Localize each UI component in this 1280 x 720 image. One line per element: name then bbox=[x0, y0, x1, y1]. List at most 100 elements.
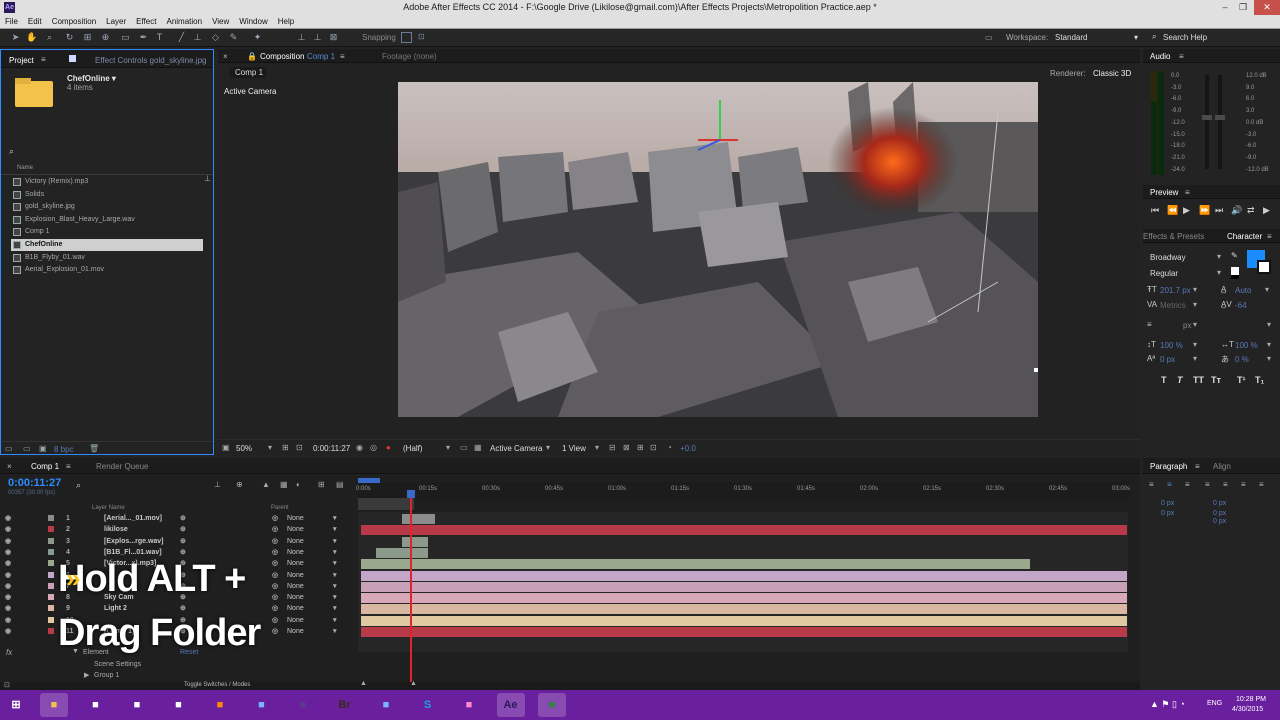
font-style-dropdown-icon[interactable]: ▾ bbox=[1217, 268, 1221, 277]
app2-icon[interactable]: ■ bbox=[538, 693, 566, 717]
volume-slider-left[interactable] bbox=[1202, 115, 1212, 120]
parent-pickwhip-icon[interactable]: ◎ bbox=[272, 570, 278, 581]
visibility-eye-icon[interactable]: ◉ bbox=[5, 581, 11, 592]
indent-left-value[interactable]: 0 px bbox=[1161, 500, 1174, 507]
roto-brush-tool-icon[interactable]: ✎ bbox=[228, 32, 239, 43]
group-label[interactable]: Group 1 bbox=[94, 672, 119, 679]
parent-dropdown-icon[interactable]: ▾ bbox=[333, 581, 337, 592]
new-folder-icon[interactable]: ▭ bbox=[23, 444, 31, 453]
workspace-select[interactable]: Standard bbox=[1055, 33, 1087, 42]
first-frame-icon[interactable]: ⏮ bbox=[1151, 205, 1159, 216]
parent-pickwhip-icon[interactable]: ◎ bbox=[272, 558, 278, 569]
shy-icon[interactable]: ⊕ bbox=[180, 524, 186, 535]
ram-preview-icon[interactable]: ▶ bbox=[1263, 205, 1270, 216]
project-item[interactable]: Victory (Remix).mp3 bbox=[11, 176, 203, 188]
show-snapshot-icon[interactable]: ◎ bbox=[370, 443, 377, 452]
channel-icon[interactable]: ● bbox=[386, 443, 391, 452]
zoom-out-icon[interactable]: ▲ bbox=[360, 680, 367, 687]
label-color-swatch[interactable] bbox=[48, 526, 54, 533]
superscript-icon[interactable]: T¹ bbox=[1237, 375, 1246, 385]
eraser-tool-icon[interactable]: ◇ bbox=[210, 32, 221, 43]
bit-depth-button[interactable]: 8 bpc bbox=[54, 445, 74, 454]
layer-duration-bar[interactable] bbox=[361, 525, 1127, 536]
parent-pickwhip-icon[interactable]: ◎ bbox=[272, 547, 278, 558]
resolution-select[interactable]: (Half) bbox=[403, 444, 423, 453]
menu-animation[interactable]: Animation bbox=[166, 17, 202, 26]
horizontal-scale-value[interactable]: 100 % bbox=[1235, 341, 1258, 350]
layer-name[interactable]: likilose bbox=[104, 524, 128, 535]
hand-tool-icon[interactable]: ✋ bbox=[26, 32, 37, 43]
parent-dropdown-icon[interactable]: ▾ bbox=[333, 570, 337, 581]
project-search-input[interactable] bbox=[21, 146, 207, 156]
tab-effects-presets[interactable]: Effects & Presets bbox=[1143, 232, 1204, 241]
reset-exposure-icon[interactable]: ◔ bbox=[667, 443, 672, 452]
app-icon[interactable]: ■ bbox=[165, 693, 193, 717]
loop-icon[interactable]: ⇄ bbox=[1247, 205, 1255, 216]
tab-audio[interactable]: Audio bbox=[1150, 52, 1170, 61]
tab-footage[interactable]: Footage (none) bbox=[382, 52, 437, 61]
tab-render-queue[interactable]: Render Queue bbox=[96, 462, 148, 471]
white-swatch[interactable] bbox=[1231, 267, 1239, 275]
taskbar-app-s-icon[interactable]: S bbox=[414, 693, 442, 717]
transparency-grid-icon[interactable]: ▦ bbox=[474, 443, 482, 452]
lock-icon[interactable]: 🔒 bbox=[247, 52, 257, 61]
timeline-icon[interactable]: ⊞ bbox=[637, 443, 644, 452]
column-layer-name[interactable]: Layer Name bbox=[92, 505, 125, 511]
work-area-start[interactable] bbox=[358, 478, 380, 483]
tsume-dropdown-icon[interactable]: ▾ bbox=[1267, 354, 1271, 363]
clone-stamp-tool-icon[interactable]: ⊥ bbox=[192, 32, 203, 43]
new-composition-icon[interactable]: ▣ bbox=[39, 444, 47, 453]
mask-visibility-icon[interactable]: ⊡ bbox=[296, 443, 303, 452]
exposure-value[interactable]: +0.0 bbox=[680, 444, 696, 453]
menu-view[interactable]: View bbox=[212, 17, 229, 26]
camera-tool-icon[interactable]: ⊞ bbox=[82, 32, 93, 43]
project-item[interactable]: B1B_Flyby_01.wav bbox=[11, 252, 203, 264]
label-color-swatch[interactable] bbox=[48, 582, 54, 589]
search-icon[interactable]: ⌕ bbox=[9, 146, 14, 157]
workspace-dropdown-icon[interactable]: ▾ bbox=[1134, 33, 1138, 42]
minimize-icon[interactable]: – bbox=[1218, 0, 1232, 15]
hide-shy-layers-icon[interactable]: ▲ bbox=[262, 480, 270, 489]
menu-edit[interactable]: Edit bbox=[28, 17, 42, 26]
puppet-tool-icon[interactable]: ✦ bbox=[252, 32, 263, 43]
fast-previews-icon[interactable]: ⊠ bbox=[623, 443, 630, 452]
handle-icon[interactable] bbox=[1034, 368, 1038, 372]
preview-toggle-icon[interactable]: ▣ bbox=[222, 443, 230, 452]
layer-name[interactable]: [Aerial..._01.mov] bbox=[104, 513, 162, 524]
search-help-input[interactable]: Search Help bbox=[1163, 33, 1207, 42]
parent-dropdown-icon[interactable]: ▾ bbox=[333, 513, 337, 524]
layer-row[interactable]: ◉ 3 [Explos...rge.wav] ⊕ ◎ None ▾ bbox=[0, 536, 356, 547]
motion-blur-icon[interactable]: ◐ bbox=[296, 480, 301, 489]
parent-pickwhip-icon[interactable]: ◎ bbox=[272, 581, 278, 592]
visibility-eye-icon[interactable]: ◉ bbox=[5, 570, 11, 581]
panel-menu-icon[interactable]: ≡ bbox=[340, 52, 345, 61]
zoom-tool-icon[interactable]: ⌕ bbox=[44, 32, 55, 43]
pen-tool-icon[interactable]: ✒ bbox=[138, 32, 149, 43]
faux-bold-icon[interactable]: T bbox=[1161, 375, 1167, 385]
view-axis-icon[interactable]: ⊠ bbox=[328, 32, 339, 43]
stroke-width-value[interactable]: px bbox=[1183, 321, 1191, 330]
pan-behind-tool-icon[interactable]: ⊕ bbox=[100, 32, 111, 43]
paint-icon[interactable]: ■ bbox=[455, 693, 483, 717]
rectangle-tool-icon[interactable]: ▭ bbox=[120, 32, 131, 43]
kerning-value[interactable]: Metrics bbox=[1160, 301, 1186, 310]
camera-dropdown-icon[interactable]: ▾ bbox=[546, 443, 550, 452]
next-frame-icon[interactable]: ⏩ bbox=[1199, 205, 1210, 216]
layer-duration-bar[interactable] bbox=[361, 593, 1127, 604]
search-icon[interactable]: ⌕ bbox=[1152, 32, 1156, 42]
visibility-eye-icon[interactable]: ◉ bbox=[5, 513, 11, 524]
lock-icon[interactable] bbox=[69, 55, 76, 62]
label-color-swatch[interactable] bbox=[48, 616, 54, 623]
search-icon[interactable]: ⌕ bbox=[76, 480, 81, 491]
leading-value[interactable]: Auto bbox=[1235, 286, 1251, 295]
parent-dropdown-icon[interactable]: ▾ bbox=[333, 558, 337, 569]
playhead-handle[interactable] bbox=[407, 490, 415, 498]
align-left-icon[interactable]: ≡ bbox=[1149, 480, 1154, 489]
chrome-icon[interactable]: ■ bbox=[82, 693, 110, 717]
parent-dropdown-icon[interactable]: ▾ bbox=[333, 615, 337, 626]
tab-character[interactable]: Character bbox=[1227, 232, 1262, 241]
scene-settings-label[interactable]: Scene Settings bbox=[94, 661, 141, 668]
close-tab-icon[interactable]: × bbox=[7, 462, 12, 471]
tab-align[interactable]: Align bbox=[1213, 462, 1231, 471]
parent-select[interactable]: None bbox=[287, 513, 304, 524]
